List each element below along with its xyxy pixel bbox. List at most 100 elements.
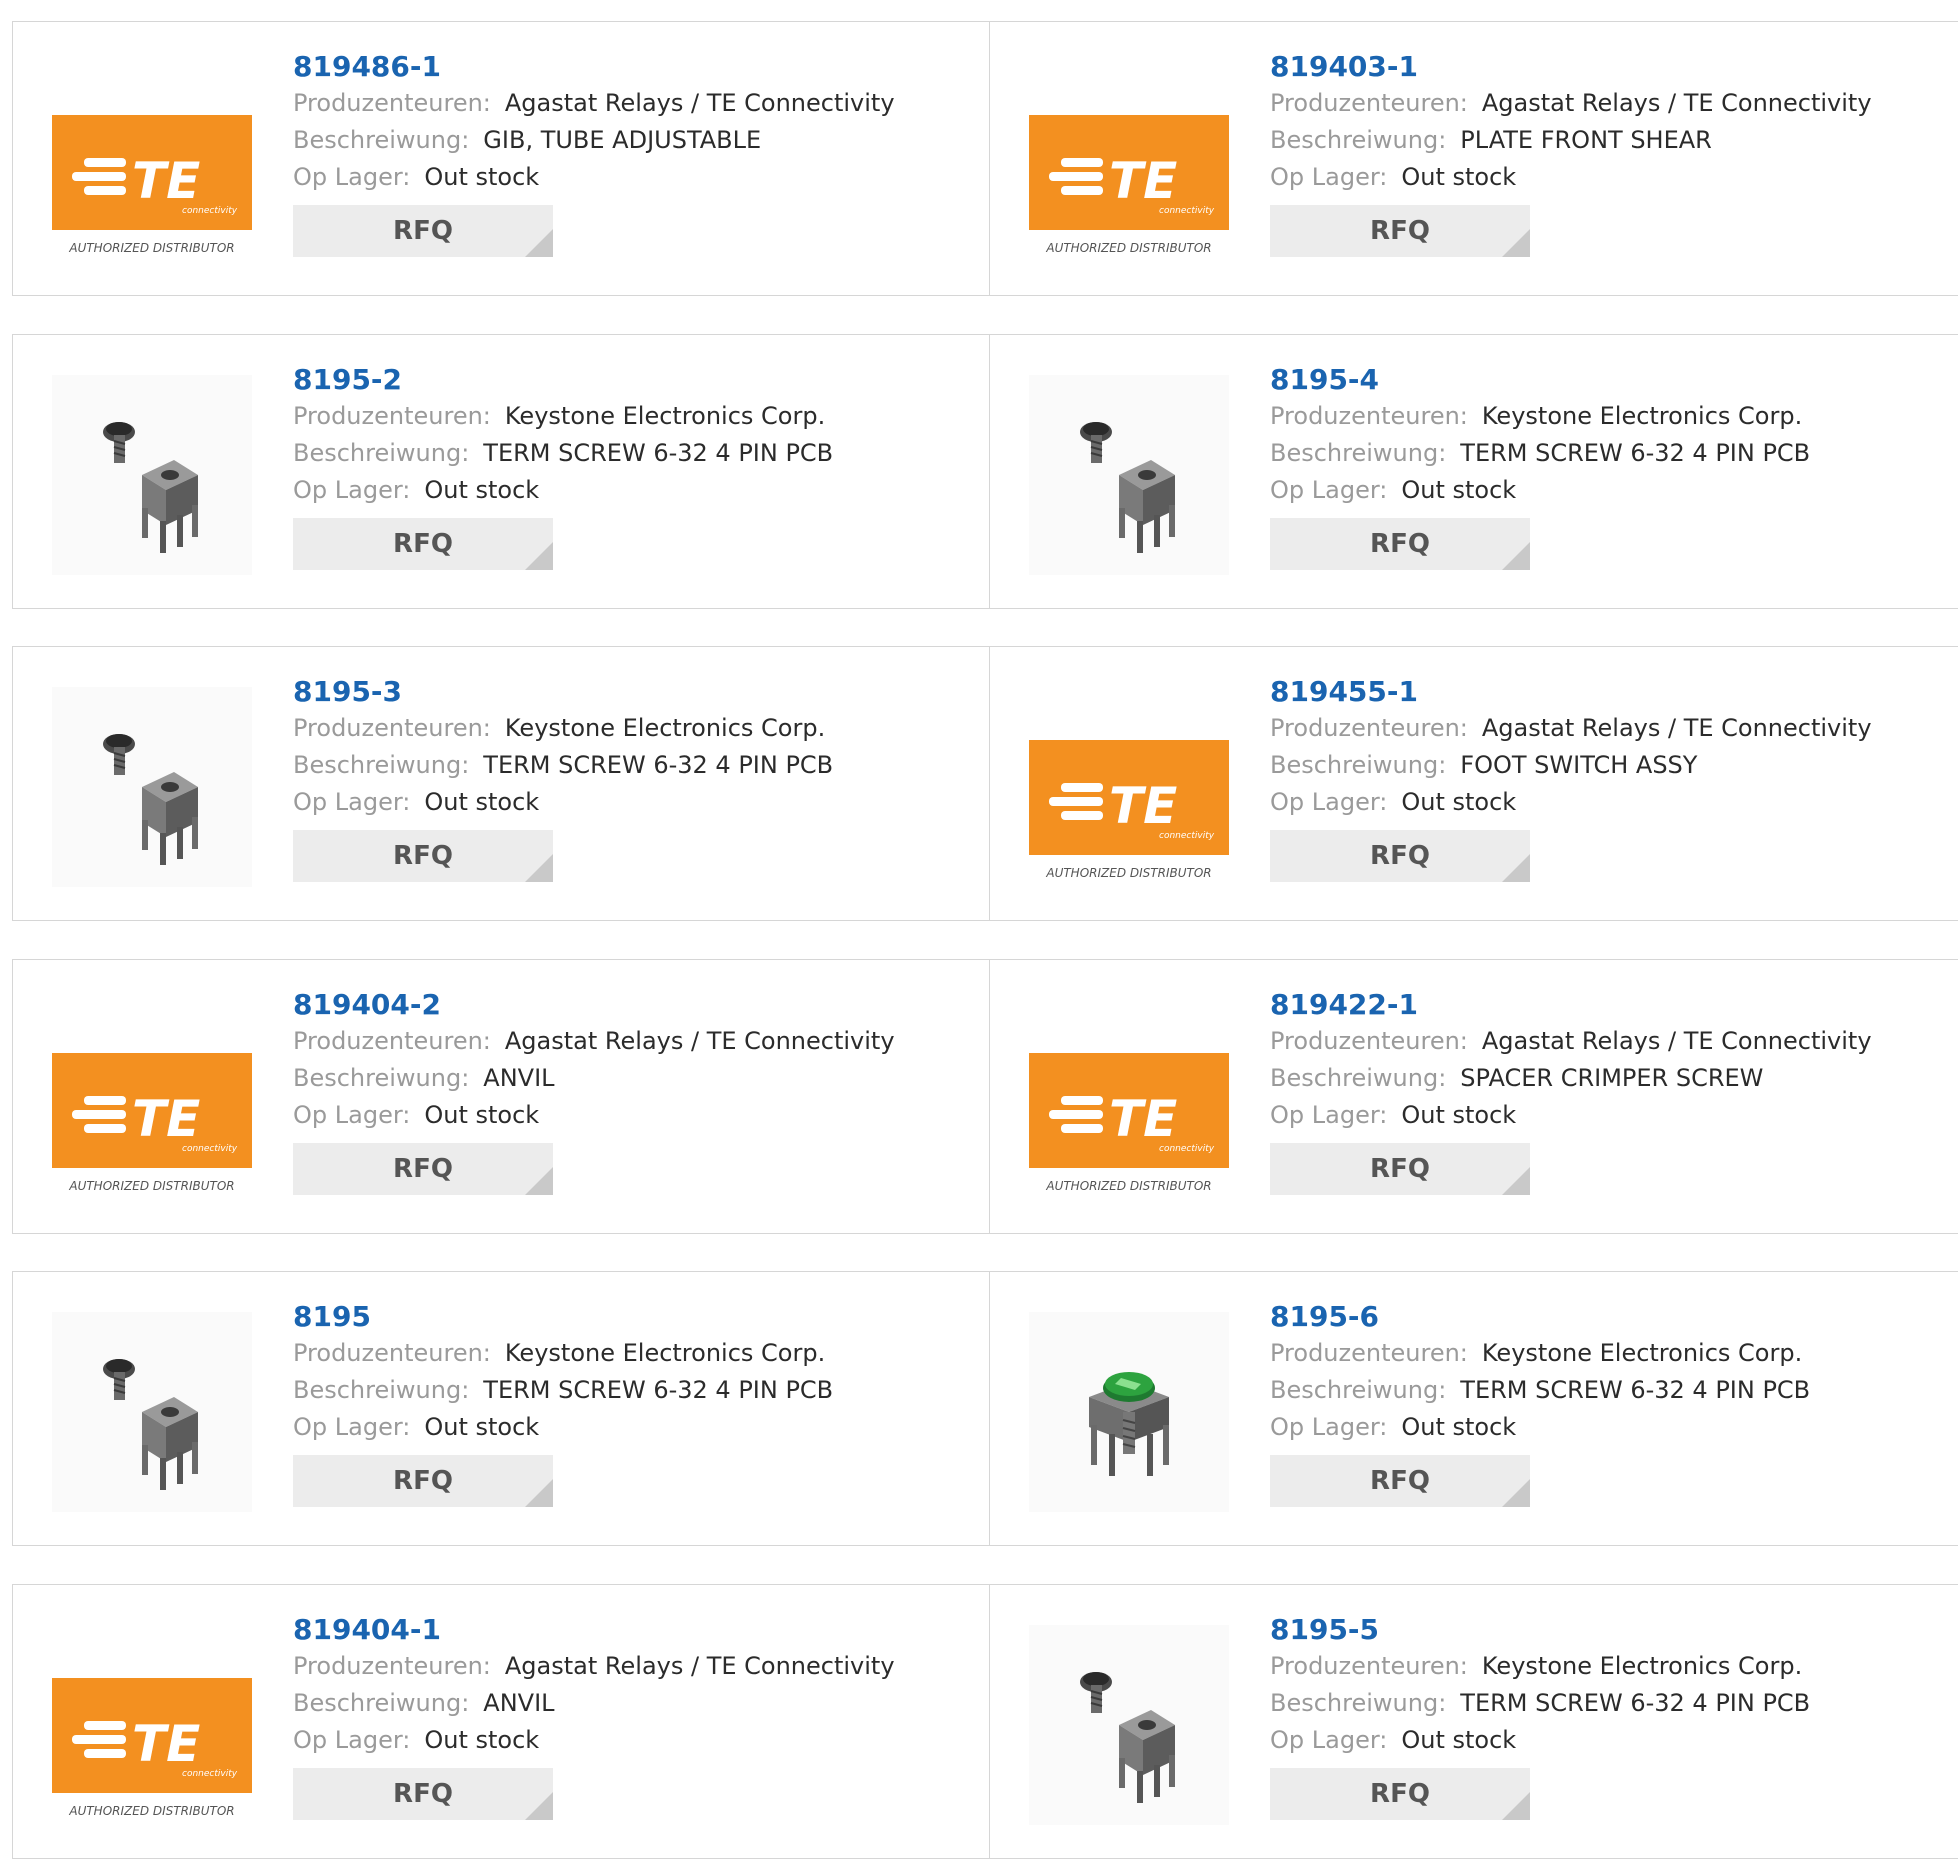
svg-text:AUTHORIZED DISTRIBUTOR: AUTHORIZED DISTRIBUTOR bbox=[1045, 1179, 1211, 1193]
te-connectivity-logo[interactable]: TE connectivity AUTHORIZED DISTRIBUTOR bbox=[52, 1000, 252, 1200]
manufacturer-value: Keystone Electronics Corp. bbox=[1481, 1339, 1803, 1367]
svg-text:TE: TE bbox=[132, 1715, 200, 1773]
stock-value: Out stock bbox=[1401, 163, 1517, 191]
te-connectivity-logo[interactable]: TE connectivity AUTHORIZED DISTRIBUTOR bbox=[1029, 62, 1229, 262]
stock-label: Op Lager: bbox=[1270, 475, 1388, 504]
manufacturer-line: Produzenteuren: Keystone Electronics Corp… bbox=[1270, 1335, 1950, 1372]
product-card: TE connectivity AUTHORIZED DISTRIBUTOR 8… bbox=[12, 21, 991, 296]
part-number-link[interactable]: 819404-2 bbox=[293, 987, 973, 1023]
rfq-button[interactable]: RFQ bbox=[293, 1142, 553, 1195]
part-number-link[interactable]: 819486-1 bbox=[293, 49, 973, 85]
rfq-button[interactable]: RFQ bbox=[1270, 205, 1530, 257]
svg-text:TE: TE bbox=[1109, 1090, 1177, 1148]
manufacturer-value: Keystone Electronics Corp. bbox=[504, 401, 826, 430]
manufacturer-value: Keystone Electronics Corp. bbox=[1481, 1651, 1803, 1680]
product-info: 819404-1 Produzenteuren: Agastat Relays /… bbox=[293, 1612, 973, 1820]
manufacturer-value: Keystone Electronics Corp. bbox=[504, 1339, 826, 1367]
description-line: Beschreiwung: FOOT SWITCH ASSY bbox=[1270, 747, 1950, 784]
rfq-button[interactable]: RFQ bbox=[293, 830, 553, 882]
rfq-label: RFQ bbox=[1370, 1153, 1430, 1184]
manufacturer-label: Produzenteuren: bbox=[1270, 401, 1468, 430]
te-connectivity-logo[interactable]: TE connectivity AUTHORIZED DISTRIBUTOR bbox=[52, 62, 252, 262]
stock-line: Op Lager: Out stock bbox=[293, 1722, 973, 1759]
stock-label: Op Lager: bbox=[1270, 1413, 1388, 1441]
stock-value: Out stock bbox=[424, 788, 540, 816]
manufacturer-line: Produzenteuren: Agastat Relays / TE Conne… bbox=[1270, 85, 1950, 122]
corner-triangle-icon bbox=[1502, 854, 1530, 882]
rfq-button[interactable]: RFQ bbox=[1270, 830, 1530, 882]
manufacturer-label: Produzenteuren: bbox=[1270, 1339, 1468, 1367]
stock-label: Op Lager: bbox=[293, 788, 411, 816]
manufacturer-line: Produzenteuren: Agastat Relays / TE Conne… bbox=[293, 1648, 973, 1685]
manufacturer-line: Produzenteuren: Agastat Relays / TE Conne… bbox=[1270, 1023, 1950, 1060]
description-label: Beschreiwung: bbox=[293, 438, 470, 467]
screw-terminal-image[interactable] bbox=[52, 374, 252, 575]
rfq-button[interactable]: RFQ bbox=[293, 517, 553, 570]
product-card: TE connectivity AUTHORIZED DISTRIBUTOR 8… bbox=[989, 958, 1958, 1234]
product-card: 8195-6 Produzenteuren: Keystone Electroni… bbox=[989, 1271, 1958, 1546]
svg-text:TE: TE bbox=[132, 1090, 200, 1148]
green-screw-terminal-image[interactable] bbox=[1029, 1312, 1229, 1512]
manufacturer-label: Produzenteuren: bbox=[293, 401, 491, 430]
rfq-button[interactable]: RFQ bbox=[293, 1767, 553, 1820]
rfq-button[interactable]: RFQ bbox=[293, 205, 553, 257]
description-line: Beschreiwung: TERM SCREW 6-32 4 PIN PCB bbox=[1270, 1372, 1950, 1409]
manufacturer-label: Produzenteuren: bbox=[1270, 89, 1468, 117]
manufacturer-line: Produzenteuren: Agastat Relays / TE Conne… bbox=[293, 1023, 973, 1060]
manufacturer-label: Produzenteuren: bbox=[293, 1339, 491, 1367]
svg-text:connectivity: connectivity bbox=[1159, 1144, 1215, 1154]
screw-terminal-image[interactable] bbox=[1029, 1624, 1229, 1825]
product-card: 8195-2 Produzenteuren: Keystone Electroni… bbox=[12, 333, 991, 609]
manufacturer-label: Produzenteuren: bbox=[1270, 1026, 1468, 1055]
description-line: Beschreiwung: TERM SCREW 6-32 4 PIN PCB bbox=[293, 747, 973, 784]
rfq-button[interactable]: RFQ bbox=[1270, 1767, 1530, 1820]
svg-text:connectivity: connectivity bbox=[182, 1769, 238, 1779]
part-number-link[interactable]: 8195-6 bbox=[1270, 1299, 1950, 1335]
part-number-link[interactable]: 8195 bbox=[293, 1299, 973, 1335]
part-number-link[interactable]: 819404-1 bbox=[293, 1612, 973, 1648]
rfq-button[interactable]: RFQ bbox=[293, 1455, 553, 1507]
product-card: 8195-3 Produzenteuren: Keystone Electroni… bbox=[12, 646, 991, 921]
description-line: Beschreiwung: ANVIL bbox=[293, 1685, 973, 1722]
part-number-link[interactable]: 8195-2 bbox=[293, 362, 973, 398]
stock-value: Out stock bbox=[1401, 1100, 1517, 1129]
svg-text:TE: TE bbox=[1109, 777, 1177, 835]
screw-terminal-image[interactable] bbox=[1029, 374, 1229, 575]
svg-text:AUTHORIZED DISTRIBUTOR: AUTHORIZED DISTRIBUTOR bbox=[68, 241, 234, 255]
part-number-link[interactable]: 819422-1 bbox=[1270, 987, 1950, 1023]
part-number-link[interactable]: 819403-1 bbox=[1270, 49, 1950, 85]
manufacturer-label: Produzenteuren: bbox=[293, 89, 491, 117]
stock-value: Out stock bbox=[1401, 788, 1517, 816]
rfq-button[interactable]: RFQ bbox=[1270, 517, 1530, 570]
stock-line: Op Lager: Out stock bbox=[1270, 159, 1950, 196]
description-label: Beschreiwung: bbox=[1270, 1688, 1447, 1717]
te-connectivity-logo[interactable]: TE connectivity AUTHORIZED DISTRIBUTOR bbox=[52, 1625, 252, 1825]
stock-line: Op Lager: Out stock bbox=[1270, 784, 1950, 821]
description-label: Beschreiwung: bbox=[1270, 751, 1447, 779]
description-value: TERM SCREW 6-32 4 PIN PCB bbox=[1460, 1376, 1811, 1404]
screw-terminal-image[interactable] bbox=[52, 687, 252, 887]
part-number-link[interactable]: 819455-1 bbox=[1270, 674, 1950, 710]
part-number-link[interactable]: 8195-3 bbox=[293, 674, 973, 710]
part-number-link[interactable]: 8195-4 bbox=[1270, 362, 1950, 398]
manufacturer-line: Produzenteuren: Keystone Electronics Corp… bbox=[1270, 1648, 1950, 1685]
stock-value: Out stock bbox=[424, 1725, 540, 1754]
part-number-link[interactable]: 8195-5 bbox=[1270, 1612, 1950, 1648]
svg-text:connectivity: connectivity bbox=[182, 206, 238, 216]
manufacturer-label: Produzenteuren: bbox=[293, 714, 491, 742]
screw-terminal-image[interactable] bbox=[52, 1312, 252, 1512]
corner-triangle-icon bbox=[1502, 1791, 1530, 1820]
product-row: TE connectivity AUTHORIZED DISTRIBUTOR 8… bbox=[12, 958, 1958, 1234]
te-connectivity-logo[interactable]: TE connectivity AUTHORIZED DISTRIBUTOR bbox=[1029, 687, 1229, 887]
corner-triangle-icon bbox=[525, 1166, 553, 1195]
rfq-button[interactable]: RFQ bbox=[1270, 1142, 1530, 1195]
rfq-button[interactable]: RFQ bbox=[1270, 1455, 1530, 1507]
description-label: Beschreiwung: bbox=[293, 1063, 470, 1092]
te-connectivity-logo[interactable]: TE connectivity AUTHORIZED DISTRIBUTOR bbox=[1029, 1000, 1229, 1200]
manufacturer-line: Produzenteuren: Agastat Relays / TE Conne… bbox=[1270, 710, 1950, 747]
description-label: Beschreiwung: bbox=[293, 1376, 470, 1404]
description-value: TERM SCREW 6-32 4 PIN PCB bbox=[1460, 1688, 1811, 1717]
description-label: Beschreiwung: bbox=[1270, 438, 1447, 467]
manufacturer-line: Produzenteuren: Keystone Electronics Corp… bbox=[293, 1335, 973, 1372]
description-line: Beschreiwung: ANVIL bbox=[293, 1060, 973, 1097]
